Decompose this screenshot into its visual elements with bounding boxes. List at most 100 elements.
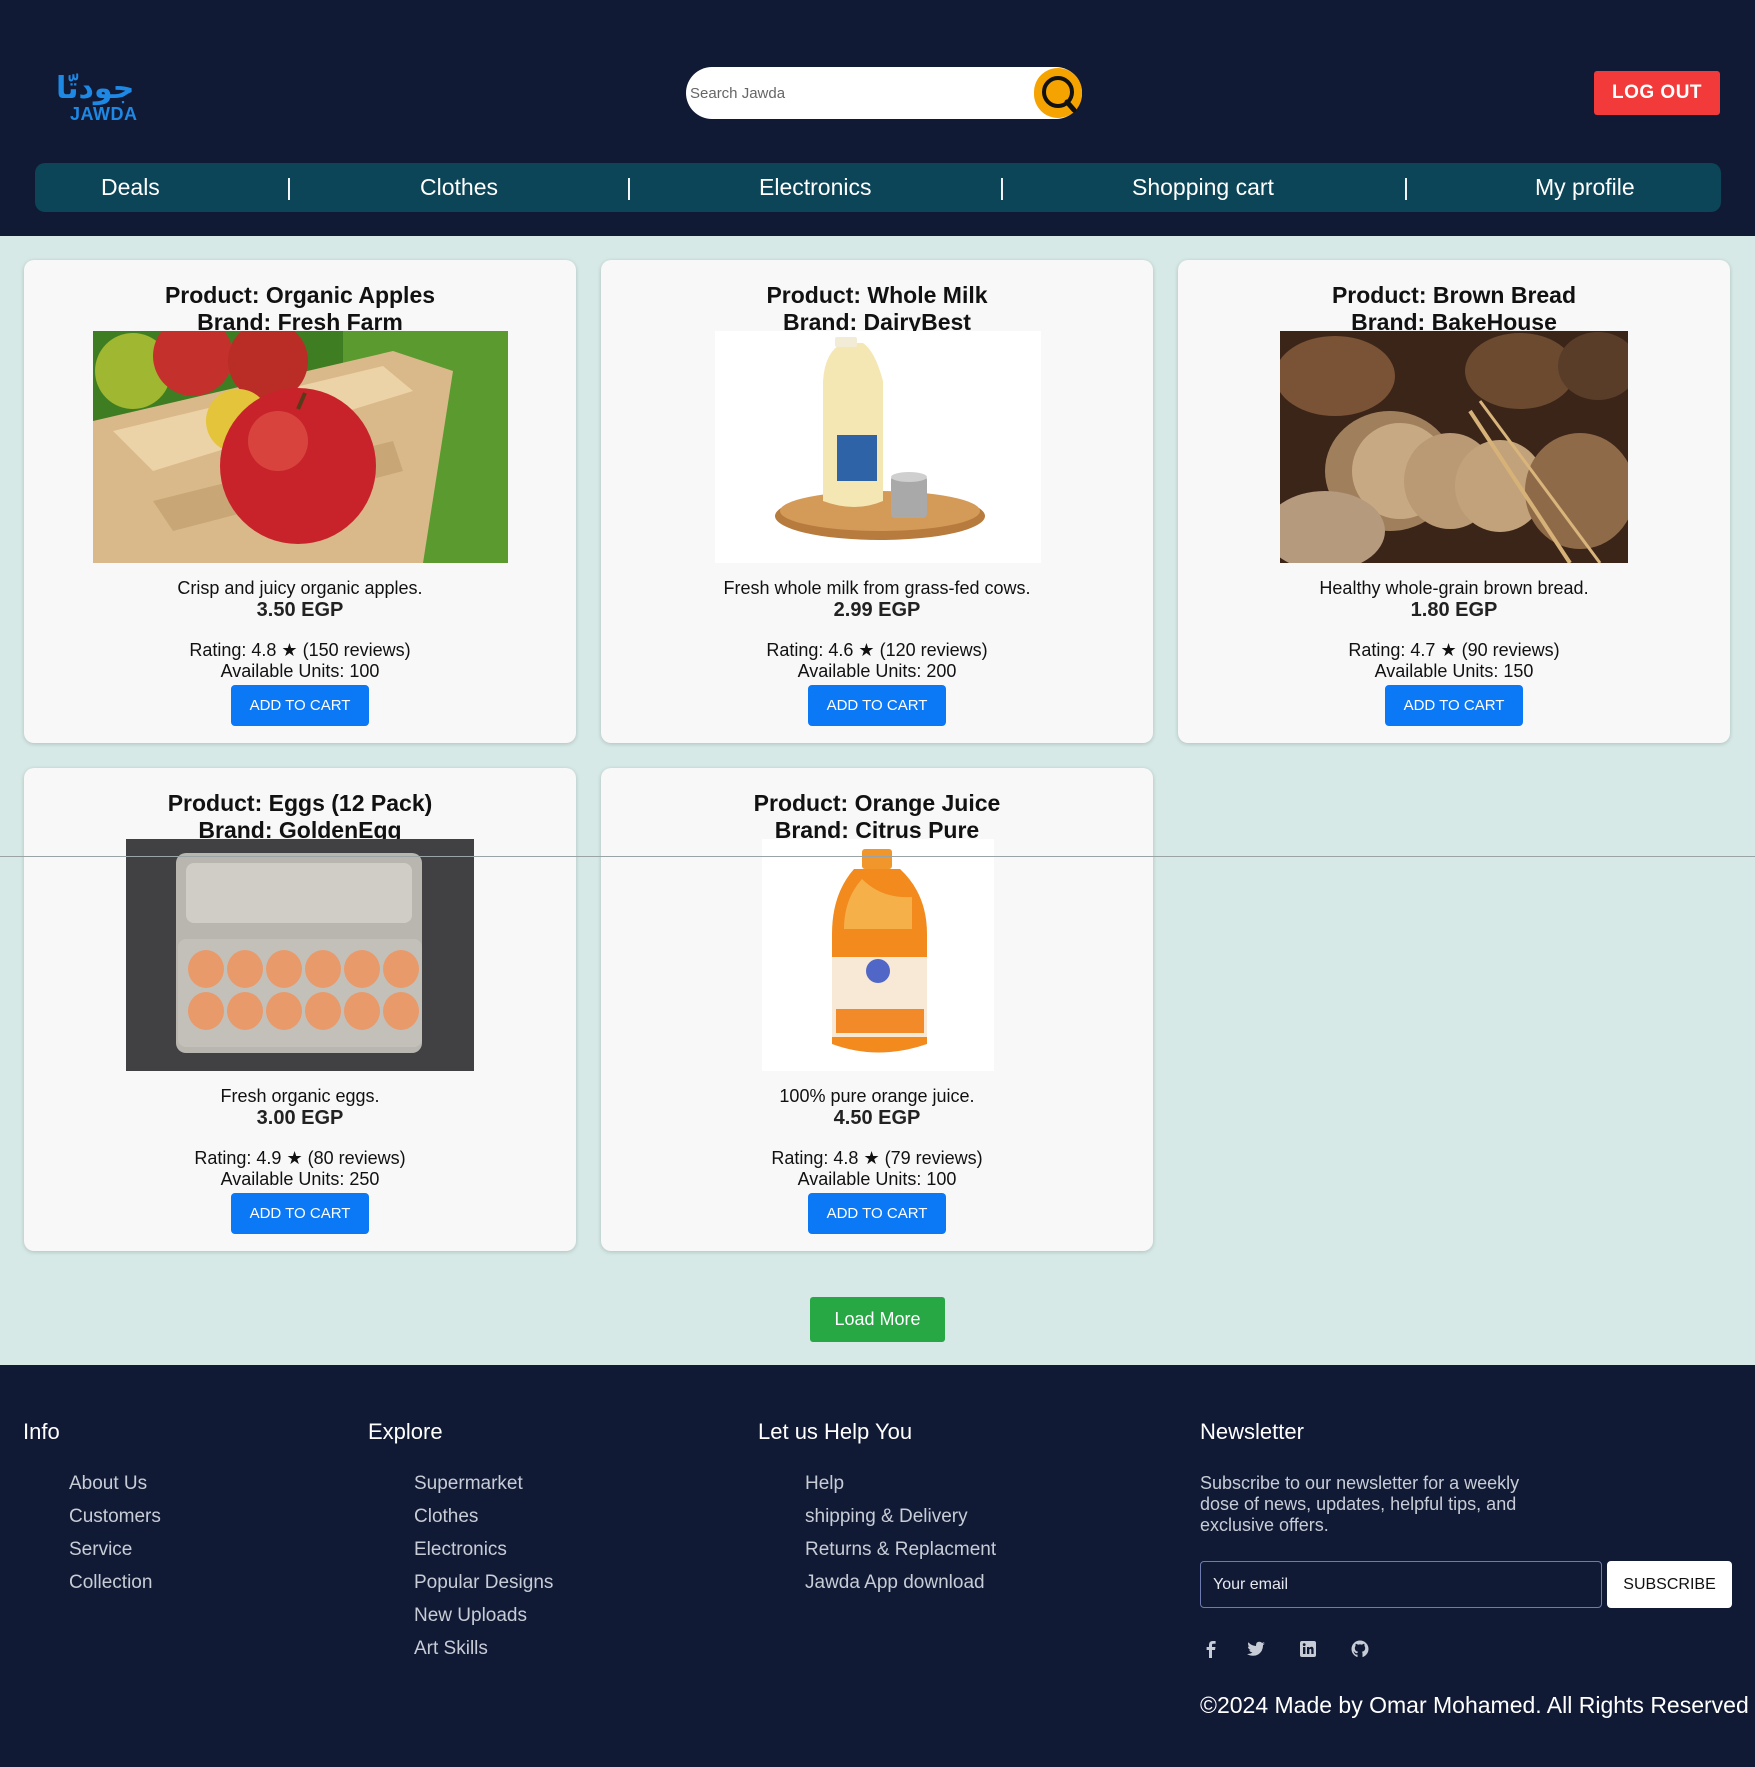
divider-line bbox=[0, 856, 1755, 857]
logo-arabic-text: جودتّا bbox=[56, 71, 135, 106]
product-name: Product: Orange Juice bbox=[753, 790, 1001, 816]
product-rating: Rating: 4.9 ★ (80 reviews) bbox=[194, 1148, 406, 1168]
egg bbox=[305, 992, 341, 1030]
product-price: 1.80 EGP bbox=[1410, 599, 1498, 621]
egg bbox=[344, 992, 380, 1030]
product-rating: Rating: 4.8 ★ (150 reviews) bbox=[189, 640, 411, 660]
nav-item-clothes[interactable]: Clothes bbox=[420, 163, 498, 212]
product-card: Product: Brown Bread Brand: BakeHouse He… bbox=[1178, 260, 1730, 743]
add-to-cart-button[interactable]: ADD TO CART bbox=[808, 685, 946, 726]
product-card: Product: Whole Milk Brand: DairyBest Fre… bbox=[601, 260, 1153, 743]
nav-separator: | bbox=[1403, 174, 1409, 200]
footer-link-electronics[interactable]: Electronics bbox=[414, 1539, 507, 1561]
linkedin-icon[interactable] bbox=[1297, 1638, 1319, 1660]
product-heading: Product: Orange Juice Brand: Citrus Pure bbox=[601, 790, 1153, 844]
egg bbox=[383, 992, 419, 1030]
product-units: Available Units: 100 bbox=[797, 1169, 957, 1189]
footer-link-service[interactable]: Service bbox=[69, 1539, 132, 1561]
product-price: 2.99 EGP bbox=[833, 599, 921, 621]
copyright-text: ©2024 Made by Omar Mohamed. All Rights R… bbox=[1200, 1692, 1749, 1718]
product-heading: Product: Brown Bread Brand: BakeHouse bbox=[1178, 282, 1730, 336]
footer-link-collection[interactable]: Collection bbox=[69, 1572, 152, 1594]
newsletter-description: Subscribe to our newsletter for a weekly… bbox=[1200, 1473, 1520, 1535]
add-to-cart-button[interactable]: ADD TO CART bbox=[1385, 685, 1523, 726]
product-image-orange-juice bbox=[762, 839, 994, 1071]
product-description: Healthy whole-grain brown bread. bbox=[1319, 578, 1589, 598]
footer-link-returns[interactable]: Returns & Replacment bbox=[805, 1539, 996, 1561]
footer-link-app-download[interactable]: Jawda App download bbox=[805, 1572, 985, 1594]
product-name: Product: Brown Bread bbox=[1331, 282, 1577, 308]
product-heading: Product: Organic Apples Brand: Fresh Far… bbox=[24, 282, 576, 336]
add-to-cart-button[interactable]: ADD TO CART bbox=[231, 685, 369, 726]
footer-link-art-skills[interactable]: Art Skills bbox=[414, 1638, 488, 1660]
nav-item-shopping-cart[interactable]: Shopping cart bbox=[1132, 163, 1274, 212]
egg bbox=[344, 950, 380, 988]
product-rating: Rating: 4.6 ★ (120 reviews) bbox=[766, 640, 988, 660]
nav-item-electronics[interactable]: Electronics bbox=[759, 163, 871, 212]
product-description: Crisp and juicy organic apples. bbox=[177, 578, 423, 598]
nav-item-deals[interactable]: Deals bbox=[101, 163, 160, 212]
search-input[interactable] bbox=[690, 67, 1030, 119]
egg bbox=[227, 992, 263, 1030]
product-card: Product: Orange Juice Brand: Citrus Pure… bbox=[601, 768, 1153, 1251]
jawda-logo[interactable]: جودتّا JAWDA bbox=[56, 72, 156, 128]
product-rating: Rating: 4.8 ★ (79 reviews) bbox=[771, 1148, 983, 1168]
add-to-cart-button[interactable]: ADD TO CART bbox=[808, 1193, 946, 1234]
footer-link-shipping-delivery[interactable]: shipping & Delivery bbox=[805, 1506, 968, 1528]
product-price: 3.00 EGP bbox=[256, 1107, 344, 1129]
product-price: 4.50 EGP bbox=[833, 1107, 921, 1129]
product-name: Product: Eggs (12 Pack) bbox=[167, 790, 433, 816]
main-nav: Deals | Clothes | Electronics | Shopping… bbox=[35, 163, 1721, 212]
product-heading: Product: Whole Milk Brand: DairyBest bbox=[601, 282, 1153, 336]
egg bbox=[305, 950, 341, 988]
product-image-eggs bbox=[126, 839, 474, 1071]
product-image-apples bbox=[93, 331, 508, 563]
logo-latin-text: JAWDA bbox=[70, 104, 138, 124]
logout-button[interactable]: LOG OUT bbox=[1594, 71, 1720, 115]
footer-link-new-uploads[interactable]: New Uploads bbox=[414, 1605, 527, 1627]
product-image-bread bbox=[1280, 331, 1628, 563]
egg bbox=[227, 950, 263, 988]
site-footer: Info About Us Customers Service Collecti… bbox=[0, 1365, 1755, 1767]
product-price: 3.50 EGP bbox=[256, 599, 344, 621]
product-card: Product: Eggs (12 Pack) Brand: GoldenEgg… bbox=[24, 768, 576, 1251]
footer-link-clothes[interactable]: Clothes bbox=[414, 1506, 478, 1528]
product-units: Available Units: 200 bbox=[797, 661, 957, 681]
nav-separator: | bbox=[626, 174, 632, 200]
load-more-button[interactable]: Load More bbox=[810, 1297, 945, 1342]
search-icon bbox=[1042, 76, 1077, 113]
footer-heading-newsletter: Newsletter bbox=[1200, 1419, 1304, 1444]
product-card: Product: Organic Apples Brand: Fresh Far… bbox=[24, 260, 576, 743]
twitter-icon[interactable] bbox=[1245, 1638, 1267, 1660]
newsletter-email-input[interactable] bbox=[1200, 1561, 1602, 1608]
search-button[interactable] bbox=[1034, 68, 1082, 118]
footer-heading-info: Info bbox=[23, 1419, 60, 1444]
footer-link-supermarket[interactable]: Supermarket bbox=[414, 1473, 523, 1495]
product-image-milk bbox=[715, 331, 1041, 563]
product-rating: Rating: 4.7 ★ (90 reviews) bbox=[1348, 640, 1560, 660]
product-heading: Product: Eggs (12 Pack) Brand: GoldenEgg bbox=[24, 790, 576, 844]
nav-item-my-profile[interactable]: My profile bbox=[1535, 163, 1635, 212]
product-description: 100% pure orange juice. bbox=[779, 1086, 975, 1106]
egg bbox=[266, 950, 302, 988]
facebook-icon[interactable] bbox=[1200, 1638, 1222, 1660]
github-icon[interactable] bbox=[1349, 1638, 1371, 1660]
footer-link-popular-designs[interactable]: Popular Designs bbox=[414, 1572, 553, 1594]
footer-link-about-us[interactable]: About Us bbox=[69, 1473, 147, 1495]
add-to-cart-button[interactable]: ADD TO CART bbox=[231, 1193, 369, 1234]
product-units: Available Units: 250 bbox=[220, 1169, 380, 1189]
footer-link-customers[interactable]: Customers bbox=[69, 1506, 161, 1528]
footer-heading-explore: Explore bbox=[368, 1419, 443, 1444]
footer-link-help[interactable]: Help bbox=[805, 1473, 844, 1495]
product-name: Product: Whole Milk bbox=[766, 282, 988, 308]
search-bar bbox=[686, 67, 1082, 119]
subscribe-button[interactable]: SUBSCRIBE bbox=[1607, 1561, 1732, 1608]
product-units: Available Units: 150 bbox=[1374, 661, 1534, 681]
egg bbox=[383, 950, 419, 988]
site-header: جودتّا JAWDA LOG OUT Deals | Clothes | E… bbox=[0, 0, 1755, 236]
egg bbox=[266, 992, 302, 1030]
product-name: Product: Organic Apples bbox=[164, 282, 436, 308]
product-description: Fresh organic eggs. bbox=[220, 1086, 380, 1106]
egg bbox=[188, 950, 224, 988]
footer-heading-help: Let us Help You bbox=[758, 1419, 913, 1444]
